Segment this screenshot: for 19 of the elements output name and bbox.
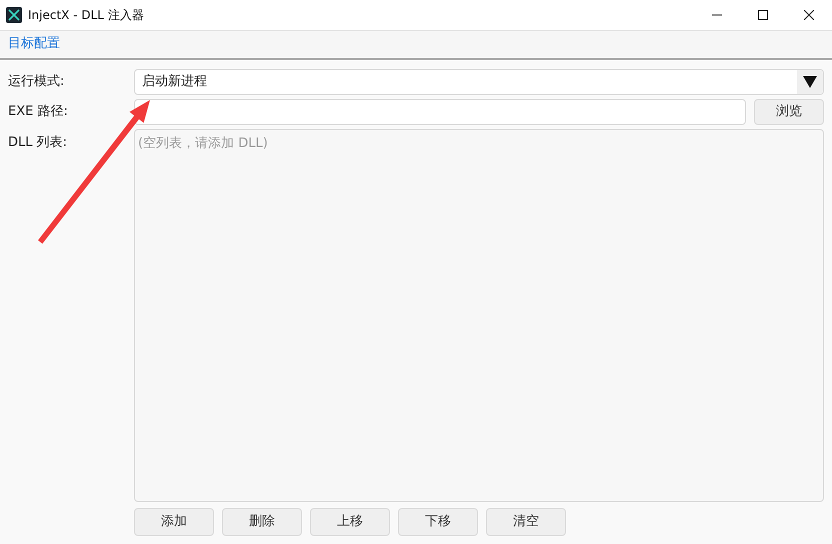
list-action-button[interactable]: 下移: [398, 508, 478, 536]
list-action-button[interactable]: 清空: [486, 508, 566, 536]
close-icon: [804, 10, 814, 20]
empty-list-hint: (空列表，请添加 DLL): [137, 135, 268, 153]
dropdown-arrow-icon: [803, 76, 817, 88]
window-title: InjectX - DLL 注入器: [28, 7, 144, 24]
field-label: DLL 列表:: [8, 135, 68, 150]
list-action-button[interactable]: 上移: [310, 508, 390, 536]
field-label: EXE 路径:: [8, 103, 69, 122]
list-action-button[interactable]: 添加: [134, 508, 214, 536]
app-logo-icon: [6, 7, 22, 23]
mode-dropdown[interactable]: 启动新进程: [134, 69, 824, 95]
list-action-button[interactable]: 删除: [222, 508, 302, 536]
browse-button[interactable]: 浏览: [754, 99, 824, 125]
tab[interactable]: 目标配置: [2, 30, 66, 58]
dropdown-value: 启动新进程: [141, 73, 208, 92]
exe-path-field[interactable]: [134, 99, 746, 125]
maximize-icon: [758, 10, 768, 20]
field-label: 运行模式:: [8, 73, 66, 92]
